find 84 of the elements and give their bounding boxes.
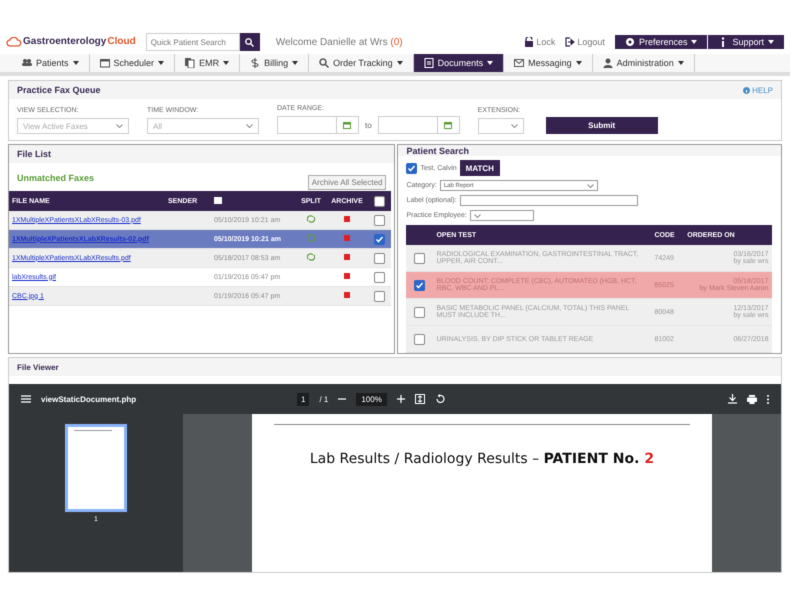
fit-page-icon[interactable] (414, 394, 425, 404)
chevron-down-icon (246, 124, 253, 128)
download-icon[interactable] (728, 394, 737, 404)
select-field[interactable] (478, 118, 524, 134)
page-number-field[interactable]: 1 (297, 392, 310, 406)
logout-icon (565, 37, 576, 47)
caret-icon (576, 61, 582, 65)
search-icon (245, 38, 254, 46)
document-heading: Lab Results / Radiology Results – PATIENT No. (310, 451, 640, 467)
menu-icon[interactable] (21, 395, 31, 403)
checkbox[interactable] (414, 252, 425, 264)
print-icon[interactable] (747, 394, 757, 404)
support-button[interactable]: Support (707, 35, 784, 49)
lock-icon (524, 37, 534, 47)
date-field[interactable] (378, 116, 460, 134)
checkbox[interactable] (374, 290, 384, 302)
search-button[interactable] (240, 33, 260, 51)
zoom-field[interactable]: 100% (356, 392, 387, 406)
chevron-down-icon (510, 124, 518, 128)
logout-link[interactable]: Logout (565, 37, 605, 47)
chevron-down-icon (116, 124, 123, 128)
calendar-icon (214, 196, 222, 204)
page-thumbnail[interactable] (65, 424, 127, 512)
caret-icon (396, 61, 403, 65)
page-count: / 1 (319, 394, 328, 404)
caret-icon (487, 61, 494, 65)
checkmark-icon (414, 280, 424, 290)
match-button[interactable]: MATCH (460, 160, 500, 176)
date-field[interactable] (277, 116, 359, 134)
caret-icon (223, 61, 230, 65)
chevron-down-icon (586, 184, 594, 188)
caret-icon (292, 61, 298, 65)
nav-tab[interactable]: Documents (414, 54, 504, 72)
app-logo: GastroenterologyCloud (6, 36, 136, 48)
message-count: (0) (390, 36, 403, 48)
checkbox[interactable] (374, 252, 384, 264)
panel-title: File List (17, 149, 52, 159)
help-icon (743, 86, 750, 94)
caret-icon (691, 40, 698, 44)
section-heading: Unmatched Faxes (17, 173, 94, 183)
calendar-icon (343, 121, 351, 129)
chevron-down-icon (474, 214, 481, 218)
caret-icon (678, 61, 684, 65)
copy-icon (185, 58, 196, 68)
checkbox[interactable] (374, 234, 384, 244)
caret-icon (72, 61, 79, 65)
checkmark-icon (374, 234, 384, 244)
users-icon (22, 58, 32, 68)
submit-button[interactable]: Submit (546, 117, 658, 134)
checkbox[interactable] (374, 272, 384, 282)
panel-title: Practice Fax Queue (17, 85, 101, 95)
cloud-icon (6, 37, 22, 47)
select-field[interactable] (470, 210, 534, 221)
document-icon (424, 58, 434, 68)
calendar-icon (444, 121, 452, 129)
caret-icon (768, 40, 774, 44)
archive-all-button[interactable]: Archive All Selected (308, 174, 386, 190)
file-name: viewStaticDocument.php (41, 394, 138, 404)
split-icon[interactable] (307, 253, 315, 261)
caret-icon (158, 61, 164, 65)
welcome-message: Welcome Danielle at Wrs (0) (276, 36, 404, 48)
dollar-icon (250, 58, 260, 68)
date-range-joiner: to (365, 120, 372, 130)
checkbox[interactable] (414, 334, 425, 344)
checkbox[interactable] (414, 280, 425, 290)
checkbox[interactable] (414, 306, 425, 318)
zoom-in-icon[interactable] (396, 395, 405, 403)
text-field[interactable] (460, 195, 638, 206)
checkbox[interactable] (374, 214, 384, 226)
preferences-button[interactable]: Preferences (614, 35, 708, 49)
panel-title: Patient Search (406, 146, 470, 156)
patient-search-field[interactable]: Quick Patient Search (146, 33, 240, 51)
select-all-checkbox[interactable] (374, 196, 384, 206)
checkmark-icon (407, 164, 416, 172)
mail-icon (514, 58, 524, 68)
checkbox[interactable] (406, 162, 418, 174)
lock-link[interactable]: Lock (524, 37, 556, 47)
rotate-icon[interactable] (434, 394, 445, 404)
patient-number: 2 (644, 451, 654, 467)
search-icon (319, 58, 330, 68)
gear-icon (624, 37, 635, 47)
calendar-icon (100, 58, 110, 68)
user-icon (602, 58, 613, 68)
split-icon[interactable] (307, 215, 315, 223)
